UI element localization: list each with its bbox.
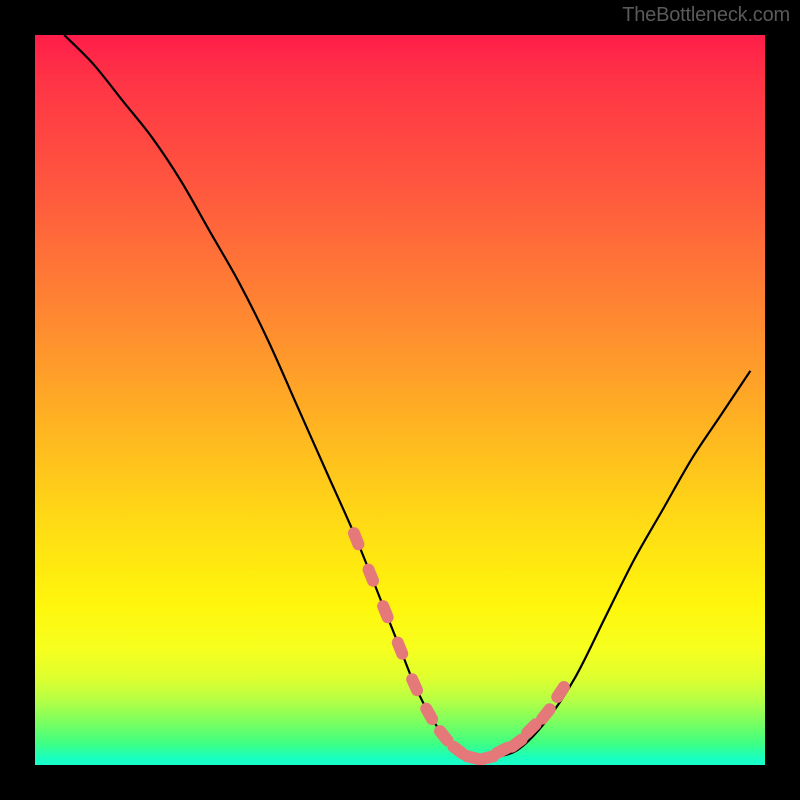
- highlight-marker: [418, 701, 440, 728]
- plot-area: [35, 35, 765, 765]
- highlight-marker: [346, 525, 366, 552]
- highlight-marker: [404, 671, 425, 698]
- highlight-marker: [549, 679, 572, 706]
- highlight-marker: [375, 598, 395, 625]
- highlight-marker: [390, 635, 410, 662]
- bottleneck-curve-path: [64, 35, 750, 759]
- highlight-marker: [361, 562, 381, 589]
- bottleneck-curve-svg: [35, 35, 765, 765]
- watermark-text: TheBottleneck.com: [622, 4, 790, 27]
- chart-frame: TheBottleneck.com: [0, 0, 800, 800]
